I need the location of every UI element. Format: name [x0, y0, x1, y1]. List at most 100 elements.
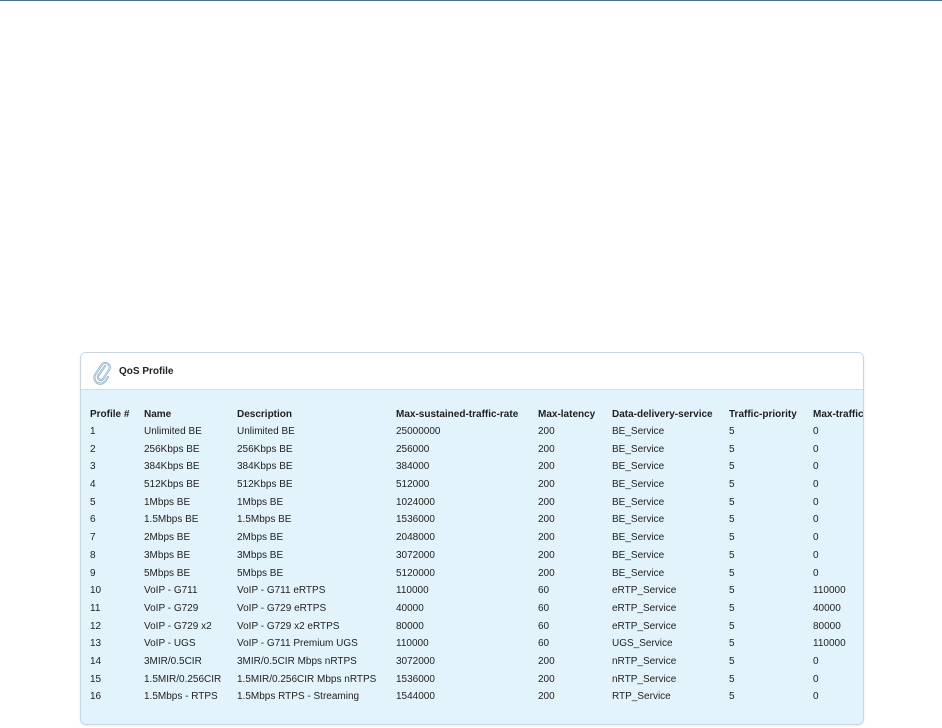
table-cell: 1Mbps BE [144, 496, 191, 508]
table-cell: 200 [538, 426, 555, 437]
table-cell: VoIP - UGS [144, 638, 196, 650]
table-cell: 8 [90, 549, 96, 561]
table-cell: 1 [90, 426, 96, 437]
table-cell: 200 [538, 655, 555, 667]
table-cell: 2Mbps BE [144, 532, 191, 544]
table-cell: VoIP - G729 x2 eRTPS [237, 620, 340, 632]
table-cell: VoIP - G711 Premium UGS [237, 638, 358, 650]
table-cell: 3072000 [396, 655, 435, 667]
table-cell: Unlimited BE [237, 426, 295, 437]
table-cell: 512Kbps BE [237, 479, 293, 491]
table-cell: 0 [813, 549, 819, 561]
table-cell: 5 [729, 443, 735, 455]
table-cell: 1Mbps BE [237, 496, 284, 508]
table-cell: 10 [90, 585, 102, 597]
table-cell: BE_Service [612, 514, 665, 526]
table-cell: 5 [729, 585, 735, 597]
table-row[interactable]: 15 1.5MIR/0.256CIR 1.5MIR/0.256CIR Mbps nR… [90, 673, 863, 692]
table-row[interactable]: 6 1.5Mbps BE 1.5Mbps BE 1536000 200 BE_Servic… [90, 514, 863, 532]
table-cell: 60 [538, 620, 550, 632]
table-cell: nRTP_Service [612, 655, 677, 667]
table-cell: 15 [90, 673, 102, 685]
table-cell: 5 [729, 655, 735, 667]
table-cell: 1536000 [396, 514, 435, 526]
table-row[interactable]: 9 5Mbps BE 5Mbps BE 5120000 200 BE_Service 5 0 [90, 567, 863, 586]
table-cell: 1.5Mbps RTPS - Streaming [237, 691, 360, 703]
table-cell: 200 [538, 496, 555, 508]
table-row[interactable]: 10 VoIP - G711 VoIP - G711 eRTPS 110000 60 eR… [90, 585, 863, 603]
table-cell: 12 [90, 620, 102, 632]
table-cell: 1.5MIR/0.256CIR [144, 673, 222, 685]
table-cell: 5 [729, 602, 735, 614]
table-cell: 3MIR/0.5CIR [144, 655, 202, 667]
table-row[interactable]: 3 384Kbps BE 384Kbps BE 384000 200 BE_Service… [90, 461, 863, 479]
table-cell: 110000 [396, 585, 429, 597]
table-cell: 5 [729, 549, 735, 561]
table-cell: VoIP - G729 x2 [144, 620, 212, 632]
table-cell: RTP_Service [612, 691, 671, 703]
table-row[interactable]: 7 2Mbps BE 2Mbps BE 2048000 200 BE_Service 5 0 [90, 532, 863, 550]
column-header: Description [237, 409, 293, 420]
table-cell: VoIP - G729 [144, 602, 199, 614]
table-cell: 256Kbps BE [144, 443, 200, 455]
table-cell: 200 [538, 532, 555, 544]
qos-profile-panel: QoS Profile Profile # Name Description M… [80, 352, 864, 725]
table-cell: 0 [813, 691, 819, 703]
table-cell: 200 [538, 567, 555, 579]
table-cell: 200 [538, 691, 555, 703]
table-cell: BE_Service [612, 496, 665, 508]
table-cell: 5 [90, 496, 96, 508]
table-row[interactable]: 2 256Kbps BE 256Kbps BE 256000 200 BE_Service… [90, 443, 863, 462]
table-cell: 200 [538, 514, 555, 526]
table-cell: 1.5MIR/0.256CIR Mbps nRTPS [237, 673, 377, 685]
panel-header: QoS Profile [81, 353, 863, 390]
table-cell: 200 [538, 673, 555, 685]
table-cell: 384000 [396, 461, 430, 473]
table-cell: 110000 [813, 638, 846, 650]
table-cell: 0 [813, 461, 819, 473]
table-row[interactable]: 16 1.5Mbps - RTPS 1.5Mbps RTPS - Streaming… [90, 691, 863, 709]
table-cell: 110000 [813, 585, 846, 597]
table-cell: 3072000 [396, 549, 435, 561]
table-cell: eRTP_Service [612, 602, 677, 614]
table-cell: 384Kbps BE [237, 461, 293, 473]
table-cell: 3MIR/0.5CIR Mbps nRTPS [237, 655, 357, 667]
table-cell: 40000 [396, 602, 424, 614]
table-cell: 5 [729, 514, 735, 526]
table-cell: 7 [90, 532, 96, 544]
table-cell: 0 [813, 426, 819, 437]
table-cell: 0 [813, 514, 819, 526]
table-row[interactable]: 14 3MIR/0.5CIR 3MIR/0.5CIR Mbps nRTPS 30720… [90, 655, 863, 674]
table-cell: 5 [729, 461, 735, 473]
table-cell: 5 [729, 673, 735, 685]
top-divider [0, 0, 942, 1]
table-cell: eRTP_Service [612, 620, 677, 632]
table-cell: 0 [813, 496, 819, 508]
table-row[interactable]: 4 512Kbps BE 512Kbps BE 512000 200 BE_Service… [90, 479, 863, 497]
table-cell: 0 [813, 479, 819, 491]
table-cell: 4 [90, 479, 96, 491]
table-cell: 3Mbps BE [144, 549, 191, 561]
qos-profile-table-container: Profile # Name Description Max-sustained… [90, 409, 863, 724]
table-cell: BE_Service [612, 426, 665, 437]
table-cell: 0 [813, 532, 819, 544]
table-cell: 60 [538, 602, 550, 614]
table-cell: 3 [90, 461, 96, 473]
table-cell: BE_Service [612, 532, 665, 544]
table-row[interactable]: 12 VoIP - G729 x2 VoIP - G729 x2 eRTPS 8000… [90, 620, 863, 639]
table-cell: 384Kbps BE [144, 461, 200, 473]
table-row[interactable]: 13 VoIP - UGS VoIP - G711 Premium UGS 11000… [90, 638, 863, 656]
table-row[interactable]: 5 1Mbps BE 1Mbps BE 1024000 200 BE_Service 5 0 [90, 496, 863, 515]
table-row[interactable]: 8 3Mbps BE 3Mbps BE 3072000 200 BE_Service 5 0 [90, 549, 863, 568]
table-cell: 5 [729, 496, 735, 508]
table-cell: VoIP - G711 eRTPS [237, 585, 326, 597]
table-cell: 1024000 [396, 496, 435, 508]
table-row[interactable]: 1 Unlimited BE Unlimited BE 25000000 200 BE_S… [90, 426, 863, 444]
table-row[interactable]: 11 VoIP - G729 VoIP - G729 eRTPS 40000 60 eRT… [90, 602, 863, 621]
table-cell: 5 [729, 691, 735, 703]
column-header: Data-delivery-service [612, 409, 713, 420]
table-cell: 1536000 [396, 673, 435, 685]
table-cell: 1.5Mbps - RTPS [144, 691, 218, 703]
table-cell: 40000 [813, 602, 841, 614]
table-cell: 0 [813, 655, 819, 667]
